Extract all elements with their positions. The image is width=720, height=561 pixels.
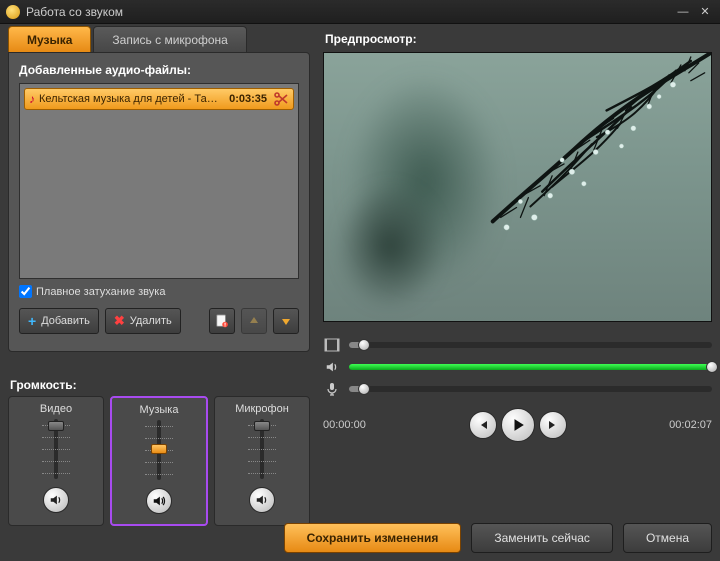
tab-mic-record[interactable]: Запись с микрофона [93,26,246,52]
tab-music[interactable]: Музыка [8,26,91,52]
file-warn-button[interactable] [209,308,235,334]
volume-mic-slider[interactable] [252,419,272,479]
volume-video-label: Видео [13,403,99,415]
volume-mic-label: Микрофон [219,403,305,415]
minimize-button[interactable]: — [674,5,692,19]
music-note-icon: ♪ [29,92,35,106]
replace-button[interactable]: Заменить сейчас [471,523,613,553]
audio-file-item[interactable]: ♪ Кельтская музыка для детей - Танец-ht.… [24,88,294,110]
fade-checkbox[interactable] [19,285,32,298]
audio-file-duration: 0:03:35 [229,93,267,105]
save-button-label: Сохранить изменения [307,531,439,545]
play-button[interactable] [501,408,535,442]
cancel-button-label: Отмена [646,531,689,545]
time-current: 00:00:00 [323,419,366,431]
add-button-label: Добавить [41,315,90,327]
replace-button-label: Заменить сейчас [494,531,590,545]
added-files-title: Добавленные аудио-файлы: [19,63,299,77]
scissors-icon[interactable] [273,92,289,106]
audio-tabs: Музыка Запись с микрофона [8,26,310,52]
audio-file-list[interactable]: ♪ Кельтская музыка для детей - Танец-ht.… [19,83,299,279]
titlebar: Работа со звуком — ✕ [0,0,720,24]
app-logo-icon [6,5,20,19]
plus-icon: + [28,313,36,329]
cancel-button[interactable]: Отмена [623,523,712,553]
mic-volume-slider[interactable] [349,386,712,392]
speaker-icon [323,359,341,375]
film-icon [323,337,341,353]
move-up-button[interactable] [241,308,267,334]
fade-label: Плавное затухание звука [36,286,165,298]
delete-button-label: Удалить [130,315,172,327]
delete-button[interactable]: ✖ Удалить [105,308,181,334]
close-button[interactable]: ✕ [696,5,714,19]
next-button[interactable] [539,411,567,439]
volume-video-box: Видео [8,396,104,526]
save-button[interactable]: Сохранить изменения [284,523,462,553]
volume-video-speaker-icon[interactable] [43,487,69,513]
add-button[interactable]: + Добавить [19,308,99,334]
time-total: 00:02:07 [669,419,712,431]
volume-title: Громкость: [10,378,310,392]
volume-music-speaker-icon[interactable] [146,488,172,514]
move-down-button[interactable] [273,308,299,334]
audio-file-name: Кельтская музыка для детей - Танец-ht... [39,93,223,105]
volume-music-slider[interactable] [149,420,169,480]
fade-checkbox-row[interactable]: Плавное затухание звука [19,285,299,298]
audio-volume-slider[interactable] [349,364,712,370]
volume-mic-box: Микрофон [214,396,310,526]
window-title: Работа со звуком [26,5,670,19]
preview-image [432,53,711,281]
prev-button[interactable] [469,411,497,439]
video-timeline-slider[interactable] [349,342,712,348]
volume-mic-speaker-icon[interactable] [249,487,275,513]
volume-video-slider[interactable] [46,419,66,479]
preview-title: Предпросмотр: [325,32,712,46]
microphone-icon [323,381,341,397]
x-icon: ✖ [114,313,125,329]
preview-viewport [323,52,712,322]
volume-music-box: Музыка [110,396,208,526]
volume-music-label: Музыка [116,404,202,416]
